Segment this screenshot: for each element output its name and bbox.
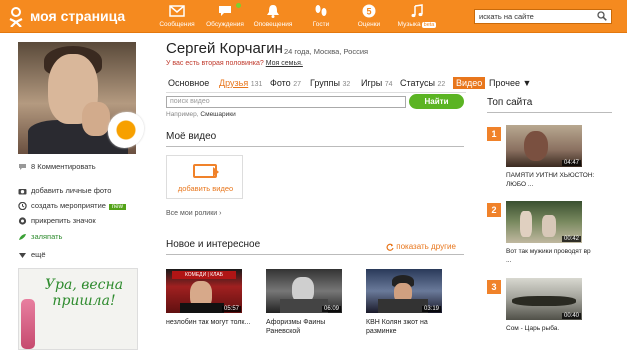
find-button[interactable]: Найти (409, 94, 464, 109)
top-bar: моя страница Сообщения Обсуждения Оповещ… (0, 0, 627, 33)
my-video-title: Моё видео (166, 131, 217, 142)
section-divider (166, 254, 464, 255)
tab-video[interactable]: Видео (453, 77, 486, 89)
nav-music-label: Музыка beta (397, 21, 437, 28)
comment-icon (19, 164, 26, 171)
show-more-link[interactable]: показать другие (386, 242, 456, 251)
search-example: Например, Смешарики (166, 111, 236, 118)
video-duration: 03:19 (421, 306, 441, 312)
tab-games[interactable]: Игры 74 (361, 78, 393, 88)
nav-ratings-label: Оценки (357, 21, 381, 28)
nav-music[interactable]: Музыка beta (392, 0, 442, 33)
nav-notifications[interactable]: Оповещения (248, 0, 298, 33)
nav-discussions-label: Обсуждения (206, 21, 244, 28)
example-link[interactable]: Смешарики (200, 111, 235, 118)
badge-icon (18, 217, 27, 225)
search-icon[interactable] (597, 11, 607, 21)
rank-badge: 2 (487, 203, 501, 217)
video-duration: 04:47 (561, 160, 581, 166)
section-divider (166, 146, 464, 147)
news-video-caption[interactable]: КВН Колян зжот на разминке (366, 318, 456, 336)
video-search-input[interactable]: поиск видео (166, 96, 406, 108)
profile-name: Сергей Корчагин (166, 40, 283, 57)
top-video-caption[interactable]: Сом - Царь рыба. (506, 324, 596, 333)
side-link-add-photo[interactable]: добавить личные фото (18, 186, 111, 195)
top-video-thumb[interactable]: 00:40 (506, 278, 582, 320)
news-video-caption[interactable]: незлобин так могут толк... (166, 318, 256, 327)
tab-friends[interactable]: Друзья 131 (219, 78, 262, 88)
side-link-more[interactable]: ещё (18, 250, 46, 259)
my-page-link[interactable]: моя страница (30, 8, 125, 24)
all-my-videos-link[interactable]: Все мои ролики › (166, 210, 221, 217)
tab-statuses[interactable]: Статусы 22 (400, 78, 445, 88)
side-link-attach-badge[interactable]: прикрепить значок (18, 216, 96, 225)
beta-badge: beta (421, 22, 437, 28)
footprints-icon (315, 5, 327, 16)
nav-messages-label: Сообщения (159, 21, 195, 28)
envelope-icon (169, 5, 185, 17)
nav-messages[interactable]: Сообщения (152, 0, 202, 33)
video-duration: 06:09 (321, 306, 341, 312)
fried-egg-gift-icon[interactable] (108, 112, 144, 148)
new-activity-dot (236, 3, 241, 8)
profile-meta: 24 года, Москва, Россия (284, 47, 369, 56)
site-search-input[interactable]: искать на сайте (474, 9, 612, 24)
video-duration: 00:40 (561, 313, 581, 319)
top-video-thumb[interactable]: 00:42 (506, 201, 582, 243)
tabs-divider (166, 92, 466, 93)
side-link-create-event[interactable]: создать мероприятие new (18, 201, 126, 211)
flower-decoration (21, 299, 35, 349)
rating-5-icon: 5 (362, 4, 376, 18)
nav-notifications-label: Оповещения (253, 21, 293, 28)
tab-main[interactable]: Основное (168, 78, 209, 88)
nav-guests-label: Гости (312, 21, 330, 28)
rank-badge: 3 (487, 280, 501, 294)
video-duration: 00:42 (561, 236, 581, 242)
section-divider (487, 112, 612, 113)
promo-text: Ура, весна пришла! (44, 277, 124, 309)
top-video-thumb[interactable]: 04:47 (506, 125, 582, 167)
tab-photos[interactable]: Фото 27 (270, 78, 301, 88)
spring-promo-banner[interactable]: Ура, весна пришла! (18, 268, 138, 350)
rank-badge: 1 (487, 127, 501, 141)
top-video-caption[interactable]: ПАМЯТИ УИТНИ ХЬЮСТОН: ЛЮБО ... (506, 171, 596, 189)
camera-icon (18, 189, 27, 195)
news-video-thumb[interactable]: 03:19 (366, 269, 442, 313)
bell-icon (267, 5, 279, 18)
nav-discussions[interactable]: Обсуждения (200, 0, 250, 33)
top-site-title: Топ сайта (487, 97, 533, 108)
tab-other[interactable]: Прочее ▼ (489, 78, 531, 88)
odnoklassniki-logo-icon[interactable] (8, 7, 24, 27)
nav-guests[interactable]: Гости (296, 0, 346, 33)
relationship-prompt: У вас есть вторая половинка? Моя семья. (166, 60, 303, 67)
add-video-button[interactable]: добавить видео (166, 155, 243, 199)
news-title: Новое и интересное (166, 239, 261, 250)
paint-icon (19, 234, 26, 241)
my-family-link[interactable]: Моя семья. (266, 60, 303, 67)
chat-icon (219, 6, 231, 16)
svg-text:5: 5 (366, 7, 371, 17)
side-link-splash[interactable]: заляпать (18, 232, 62, 241)
thumb-overlay-text: КОМЕДИ | КЛАБ (172, 271, 236, 279)
news-video-thumb[interactable]: 06:09 (266, 269, 342, 313)
calendar-icon (18, 202, 27, 211)
triangle-down-icon (19, 253, 26, 259)
add-video-label: добавить видео (177, 184, 234, 193)
new-badge: new (108, 204, 126, 210)
music-note-icon (411, 4, 423, 18)
video-duration: 05:57 (221, 306, 241, 312)
top-video-caption[interactable]: Вот так мужики проводят вр ... (506, 247, 596, 265)
news-video-thumb[interactable]: КОМЕДИ | КЛАБ 05:57 (166, 269, 242, 313)
tab-groups[interactable]: Группы 32 (310, 78, 350, 88)
comments-link[interactable]: 8 Комментировать (18, 162, 96, 171)
nav-ratings[interactable]: 5 Оценки (344, 0, 394, 33)
news-video-caption[interactable]: Афоризмы Фаины Раневской (266, 318, 356, 336)
refresh-icon (386, 243, 394, 251)
